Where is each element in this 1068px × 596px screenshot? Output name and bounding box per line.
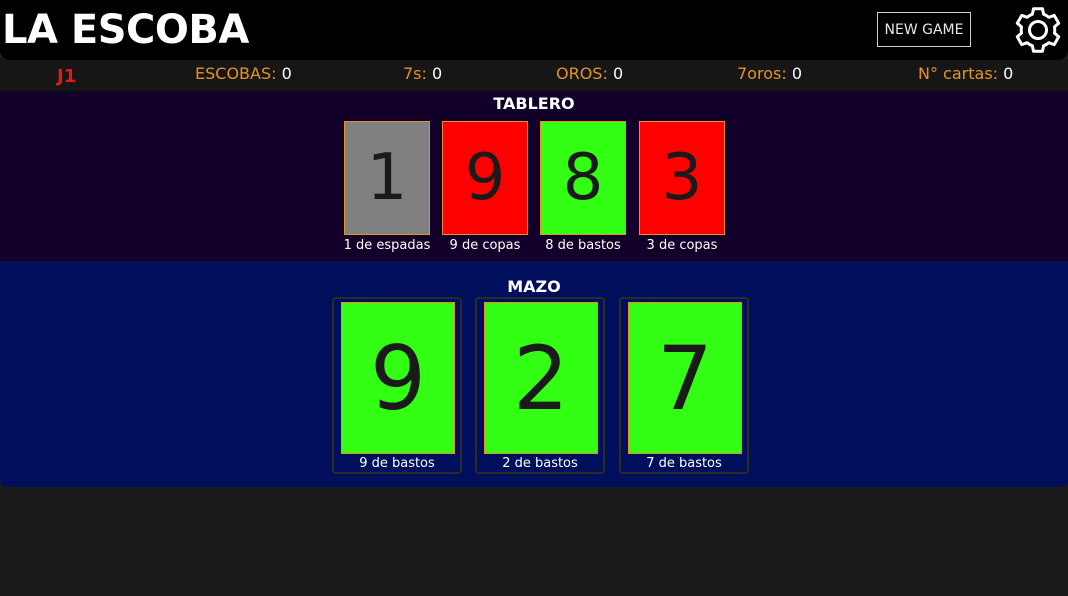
score-siete-oros: 7oros: 0 xyxy=(737,64,802,84)
app-header: LA ESCOBA NEW GAME xyxy=(0,0,1068,60)
new-game-button[interactable]: NEW GAME xyxy=(877,12,971,47)
tablero-card-caption: 9 de copas xyxy=(449,238,521,253)
game-title: LA ESCOBA xyxy=(2,7,249,53)
tablero-title: TABLERO xyxy=(493,94,575,113)
score-num-cartas-label: N° cartas: xyxy=(918,64,999,83)
score-num-cartas: N° cartas: 0 xyxy=(918,64,1013,84)
gear-icon[interactable] xyxy=(1010,2,1066,58)
score-sietes: 7s: 0 xyxy=(403,64,442,84)
hand-card[interactable]: 7 xyxy=(628,302,742,454)
score-escobas-label: ESCOBAS: xyxy=(195,64,277,83)
player-indicator: J1 xyxy=(57,66,77,87)
tablero-card-caption: 8 de bastos xyxy=(545,238,621,253)
tablero-card[interactable]: 9 xyxy=(442,121,528,235)
score-sietes-label: 7s: xyxy=(403,64,427,83)
tablero-area: TABLERO xyxy=(0,91,1068,261)
tablero-card[interactable]: 3 xyxy=(639,121,725,235)
score-oros: OROS: 0 xyxy=(556,64,623,84)
hand-card-slot[interactable]: 2 2 de bastos xyxy=(475,297,605,474)
score-oros-value: 0 xyxy=(612,64,624,83)
score-escobas-value: 0 xyxy=(281,64,292,83)
score-escobas: ESCOBAS: 0 xyxy=(195,64,292,84)
score-siete-oros-value: 0 xyxy=(791,64,802,83)
hand-card[interactable]: 2 xyxy=(484,302,598,454)
hand-card-slot[interactable]: 9 9 de bastos xyxy=(332,297,462,474)
score-num-cartas-value: 0 xyxy=(1003,64,1014,83)
mazo-title: MAZO xyxy=(507,277,561,296)
hand-card-slot[interactable]: 7 7 de bastos xyxy=(619,297,749,474)
tablero-card[interactable]: 8 xyxy=(540,121,626,235)
hand-card[interactable]: 9 xyxy=(341,302,455,454)
tablero-card-caption: 3 de copas xyxy=(646,238,718,253)
hand-card-caption: 9 de bastos xyxy=(359,456,435,471)
score-siete-oros-label: 7oros: xyxy=(737,64,787,83)
tablero-card[interactable]: 1 xyxy=(344,121,430,235)
score-oros-label: OROS: xyxy=(556,64,608,83)
tablero-card-caption: 1 de espadas xyxy=(343,238,431,253)
hand-card-caption: 2 de bastos xyxy=(502,456,578,471)
hand-card-caption: 7 de bastos xyxy=(646,456,722,471)
score-bar xyxy=(0,60,1068,91)
score-sietes-value: 0 xyxy=(432,64,443,83)
